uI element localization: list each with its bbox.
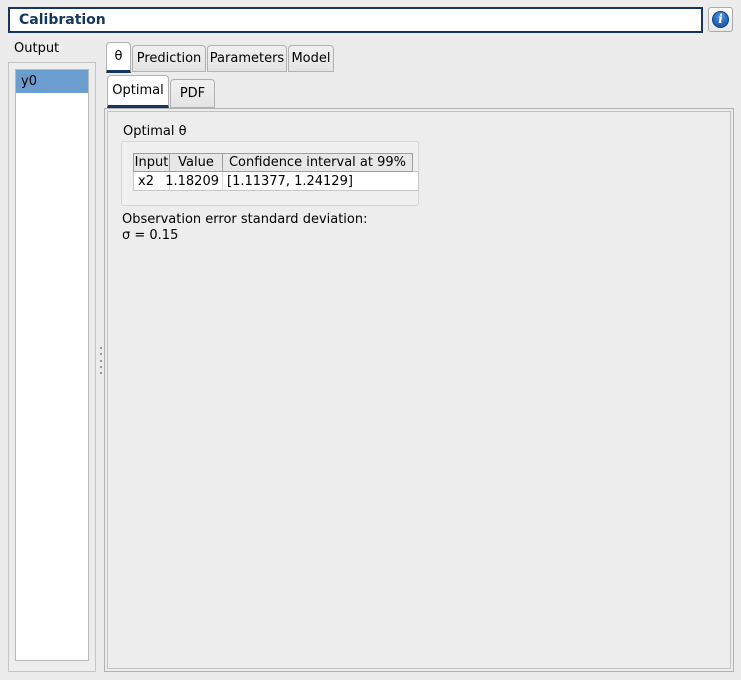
- tab-label: θ: [115, 49, 123, 64]
- window-title-banner: Calibration: [8, 7, 703, 33]
- output-list-label: Output: [14, 41, 59, 56]
- output-panel-frame: y0: [8, 62, 96, 672]
- subtab-pdf[interactable]: PDF: [170, 79, 215, 108]
- optimal-theta-table: Input Value Confidence interval at 99% x…: [133, 153, 419, 191]
- tab-model[interactable]: Model: [288, 45, 334, 72]
- tab-prediction[interactable]: Prediction: [132, 45, 206, 72]
- tab-content-inner-frame: Optimal θ Input Value Confidence interva…: [107, 111, 731, 669]
- tab-label: Prediction: [137, 51, 202, 66]
- tab-parameters[interactable]: Parameters: [207, 45, 287, 72]
- output-list: y0: [15, 69, 89, 661]
- info-button[interactable]: i: [708, 7, 733, 32]
- tab-label: Parameters: [210, 51, 284, 66]
- calibration-window: Calibration i Output y0 θ Prediction Par…: [0, 0, 741, 680]
- splitter-dot: [100, 360, 102, 362]
- optimal-theta-groupbox: Input Value Confidence interval at 99% x…: [121, 141, 419, 206]
- subtab-label: Optimal: [112, 83, 163, 98]
- cell-confidence-interval[interactable]: [1.11377, 1.24129]: [223, 172, 418, 190]
- page-title: Calibration: [19, 12, 106, 28]
- subtab-label: PDF: [180, 86, 205, 101]
- cell-value[interactable]: 1.18209: [170, 172, 223, 190]
- splitter-dot: [100, 347, 102, 349]
- column-header-confidence-interval: Confidence interval at 99%: [222, 153, 413, 172]
- list-item-label: y0: [21, 74, 37, 89]
- optimal-theta-heading: Optimal θ: [123, 124, 187, 139]
- table-row[interactable]: x2 1.18209 [1.11377, 1.24129]: [133, 171, 419, 191]
- subtab-optimal[interactable]: Optimal: [107, 75, 169, 108]
- splitter-dot: [100, 366, 102, 368]
- info-icon: i: [712, 11, 729, 28]
- table-header-row: Input Value Confidence interval at 99%: [133, 153, 419, 172]
- tab-content-pane: Optimal θ Input Value Confidence interva…: [104, 108, 734, 672]
- tab-theta[interactable]: θ: [106, 42, 131, 73]
- sigma-value-label: σ = 0.15: [122, 228, 178, 243]
- list-item-y0[interactable]: y0: [16, 70, 88, 93]
- splitter-dot: [100, 353, 102, 355]
- splitter-handle[interactable]: [98, 347, 103, 374]
- splitter-dot: [100, 372, 102, 374]
- column-header-value: Value: [169, 153, 223, 172]
- observation-error-label: Observation error standard deviation:: [122, 212, 368, 227]
- column-header-input: Input: [133, 153, 170, 172]
- tab-label: Model: [291, 51, 330, 66]
